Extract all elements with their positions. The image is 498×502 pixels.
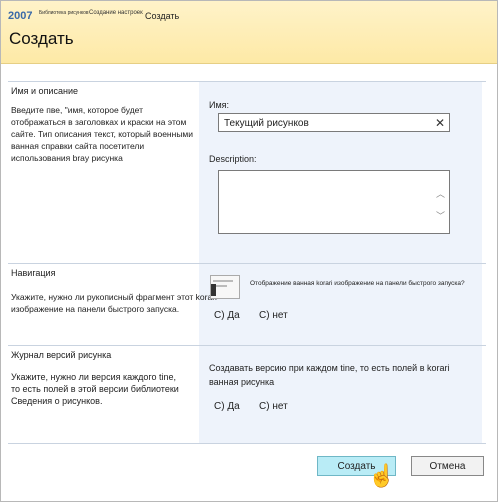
brand-label: 2007 (8, 10, 33, 22)
description-field-label: Description: (209, 154, 257, 164)
section-title-name: Имя и описание (11, 86, 78, 96)
hand-cursor-icon: ☝ (368, 463, 396, 488)
footer-divider (8, 443, 486, 444)
breadcrumb-item-library[interactable]: Библиотека рисунков (39, 10, 89, 16)
section-description-nav: Укажите, нужно ли рукописный фрагмент эт… (11, 292, 217, 314)
versions-no-radio[interactable]: С) нет (259, 401, 288, 412)
dialog-frame: 2007 Библиотека рисунков Создание настро… (0, 0, 498, 502)
nav-yes-radio[interactable]: С) Да (214, 310, 240, 321)
scroll-up-icon[interactable]: ︿ (436, 187, 445, 200)
breadcrumb-current: Создать (145, 11, 180, 21)
section-description-name: Введите пве, "имя, которое будет отображ… (11, 105, 194, 163)
quick-launch-icon (210, 275, 240, 299)
section-description-versions: Укажите, нужно ли версия каждого tine, т… (11, 372, 179, 406)
clear-icon[interactable]: ✕ (435, 114, 445, 133)
cancel-button[interactable]: Отмена (411, 456, 484, 476)
section-divider-name (8, 81, 486, 82)
scroll-down-icon[interactable]: ﹀ (436, 209, 445, 222)
name-input-value: Текущий рисунков (224, 118, 309, 129)
versions-yes-radio[interactable]: С) Да (214, 401, 240, 412)
breadcrumb-item-settings[interactable]: Создание настроек (89, 10, 143, 16)
header: 2007 Библиотека рисунков Создание настро… (1, 1, 497, 64)
name-field-label: Имя: (209, 100, 230, 110)
section-title-nav: Навигация (11, 268, 56, 278)
name-input[interactable]: Текущий рисунков ✕ (218, 113, 450, 132)
nav-question: Отображение ванная korari изображение на… (250, 280, 465, 287)
versions-question: Создавать версию при каждом tine, то ест… (209, 363, 450, 387)
section-title-versions: Журнал версий рисунка (11, 350, 112, 360)
section-divider-versions (8, 345, 486, 346)
section-divider-nav (8, 263, 486, 264)
nav-no-radio[interactable]: С) нет (259, 310, 288, 321)
description-textarea[interactable]: ︿ ﹀ (218, 170, 450, 234)
page-title: Создать (9, 29, 74, 48)
